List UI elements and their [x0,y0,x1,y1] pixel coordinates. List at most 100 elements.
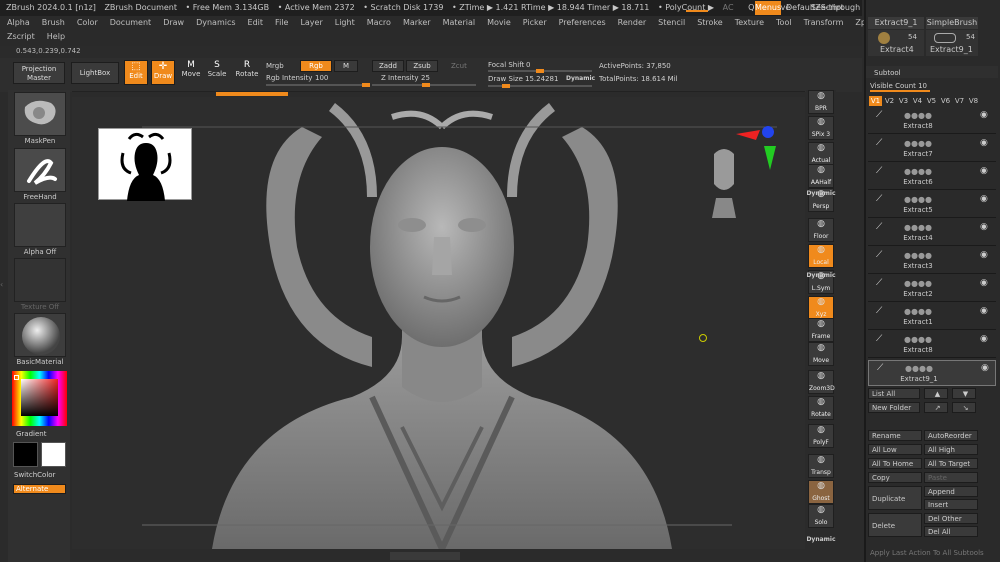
subtool-item[interactable]: ⟋ ●●●● ◉ Extract2 [868,276,996,302]
all-to-home-button[interactable]: All To Home [868,458,922,469]
lightbox-button[interactable]: LightBox [71,62,119,84]
del-all-button[interactable]: Del All [924,526,978,537]
edit-button[interactable]: ⬚ Edit [124,60,148,85]
dynamic-toggle[interactable]: Dynamic [566,75,595,82]
floor-button[interactable]: ◍ Floor [808,218,834,242]
color-picker[interactable] [12,371,67,426]
spix-3-button[interactable]: ◍ SPix 3 [808,116,834,140]
menu-marker[interactable]: Marker [403,18,431,27]
version-tab-v8[interactable]: V8 [967,96,980,106]
draw-size-value[interactable]: 15.24281 [525,75,558,83]
append-button[interactable]: Append [924,486,978,497]
draw-button[interactable]: ✛ Draw [151,60,175,85]
rgb-button[interactable]: Rgb [300,60,332,72]
rgb-intensity-value[interactable]: 100 [315,74,328,82]
subtool-item[interactable]: ⟋ ●●●● ◉ Extract3 [868,248,996,274]
menu-tool[interactable]: Tool [776,18,792,27]
eye-icon[interactable]: ◉ [980,110,988,120]
arrow-up-icon[interactable]: ▲ [924,388,948,399]
menu-help[interactable]: Help [47,32,65,41]
menu-picker[interactable]: Picker [523,18,547,27]
menu-alpha[interactable]: Alpha [7,18,30,27]
move-button[interactable]: M Move [180,60,202,85]
mrgb-button[interactable]: Mrgb [266,62,284,70]
version-tab-v1[interactable]: V1 [869,96,882,106]
copy-button[interactable]: Copy [868,472,922,483]
zadd-button[interactable]: Zadd [372,60,404,72]
visible-count-slider[interactable] [870,90,930,92]
eye-icon[interactable]: ◉ [980,334,988,344]
all-low-button[interactable]: All Low [868,444,922,455]
subtool-item[interactable]: ⟋ ●●●● ◉ Extract4 [868,220,996,246]
subtool-toggles-icon[interactable]: ●●●● [905,364,933,373]
m-button[interactable]: M [334,60,358,72]
subtool-item[interactable]: ⟋ ●●●● ◉ Extract1 [868,304,996,330]
eye-icon[interactable]: ◉ [980,278,988,288]
zsub-button[interactable]: Zsub [406,60,438,72]
move-button[interactable]: ◍ Move [808,342,834,366]
subtool-item[interactable]: ⟋ ●●●● ◉ Extract5 [868,192,996,218]
ghost-button[interactable]: ◍ Ghost [808,480,834,504]
delete-button[interactable]: Delete [868,513,922,537]
material-sphere-icon[interactable] [14,313,66,357]
version-tab-v3[interactable]: V3 [897,96,910,106]
version-tab-v5[interactable]: V5 [925,96,938,106]
menu-draw[interactable]: Draw [163,18,184,27]
insert-button[interactable]: Insert [924,499,978,510]
subtool-item[interactable]: ⟋ ●●●● ◉ Extract7 [868,136,996,162]
eye-icon[interactable]: ◉ [980,194,988,204]
tool-extract9-1-top[interactable]: Extract9_1 [868,17,924,29]
maskpen-brush-icon[interactable] [14,92,66,136]
subtool-toggles-icon[interactable]: ●●●● [904,307,932,316]
frame-button[interactable]: ◍ Frame [808,318,834,342]
rename-button[interactable]: Rename [868,430,922,441]
new-folder-button[interactable]: New Folder [868,402,920,413]
menu-dynamics[interactable]: Dynamics [196,18,235,27]
focal-shift-knob[interactable] [536,69,544,73]
eye-icon[interactable]: ◉ [980,250,988,260]
menu-edit[interactable]: Edit [248,18,264,27]
eye-icon[interactable]: ◉ [980,222,988,232]
z-intensity-knob[interactable] [422,83,430,87]
menus-button[interactable]: Menus [755,1,781,15]
all-to-target-button[interactable]: All To Target [924,458,978,469]
subtool-toggles-icon[interactable]: ●●●● [904,111,932,120]
subtool-toggles-icon[interactable]: ●●●● [904,335,932,344]
subtool-item[interactable]: ⟋ ●●●● ◉ Extract8 [868,108,996,134]
transp-button[interactable]: ◍ Transp [808,454,834,478]
default-zscript[interactable]: DefaultZScript [786,1,844,15]
z-intensity-value[interactable]: 25 [421,74,430,82]
apply-last-action-button[interactable]: Apply Last Action To All Subtools [870,549,984,557]
menu-texture[interactable]: Texture [735,18,764,27]
menu-stencil[interactable]: Stencil [658,18,685,27]
menu-render[interactable]: Render [618,18,646,27]
draw-size-slider[interactable] [488,84,592,88]
axis-gizmo-icon[interactable] [736,124,780,170]
secondary-color-swatch[interactable] [41,442,66,467]
tool-extract9-1[interactable]: 54 Extract9_1 [926,30,978,56]
menu-document[interactable]: Document [110,18,151,27]
reference-image[interactable] [98,128,192,201]
subtool-item[interactable]: ⟋ ●●●● ◉ Extract6 [868,164,996,190]
alpha-slot-icon[interactable] [14,203,66,247]
freehand-stroke-icon[interactable] [14,148,66,192]
move-up-icon[interactable]: ↗ [924,402,948,413]
subtool-toggles-icon[interactable]: ●●●● [904,251,932,260]
draw-size-knob[interactable] [502,84,510,88]
see-through-knob[interactable] [686,10,708,12]
bpr-button[interactable]: ◍ BPR [808,90,834,114]
menu-movie[interactable]: Movie [487,18,511,27]
alternate-button[interactable]: Alternate [13,484,66,494]
scale-button[interactable]: S Scale [206,60,228,85]
ac-button[interactable]: AC [723,3,734,12]
menu-macro[interactable]: Macro [367,18,391,27]
menu-light[interactable]: Light [335,18,355,27]
subtool-toggles-icon[interactable]: ●●●● [904,195,932,204]
z-intensity-slider[interactable] [372,83,476,87]
rgb-intensity-knob[interactable] [362,83,370,87]
menu-transform[interactable]: Transform [804,18,844,27]
focal-shift-value[interactable]: 0 [526,61,530,69]
menu-file[interactable]: File [275,18,288,27]
subtool-item[interactable]: ⟋ ●●●● ◉ Extract9_1 [868,360,996,386]
menu-brush[interactable]: Brush [42,18,65,27]
